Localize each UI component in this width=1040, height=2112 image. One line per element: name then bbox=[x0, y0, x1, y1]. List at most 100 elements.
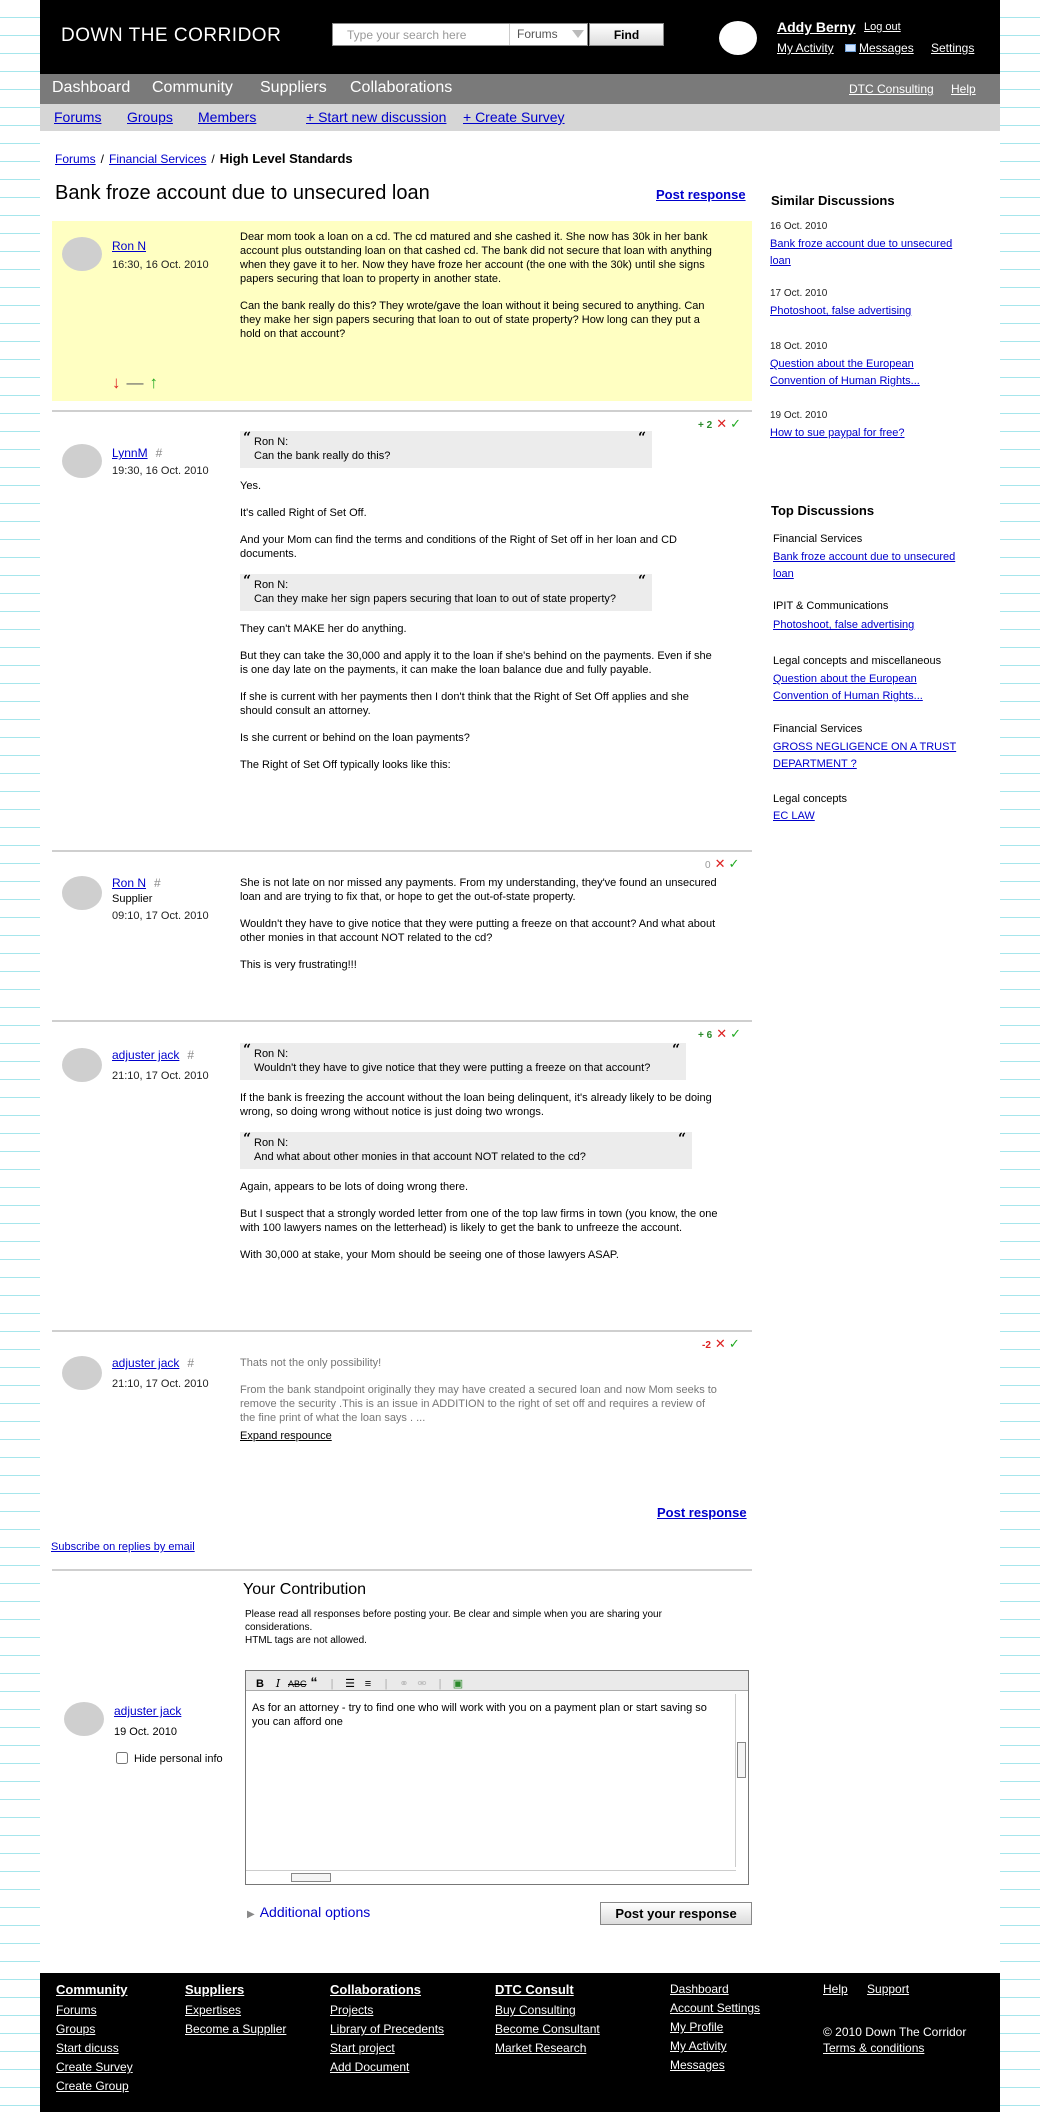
avatar[interactable] bbox=[64, 1702, 104, 1736]
start-discussion-link[interactable]: + Start new discussion bbox=[306, 109, 446, 125]
horizontal-scrollbar[interactable] bbox=[246, 1870, 736, 1884]
footer-link[interactable]: Messages bbox=[670, 2056, 760, 2075]
post-author[interactable]: adjuster jack bbox=[112, 1048, 179, 1062]
top-discussion-link[interactable]: Bank froze account due to unsecured loan bbox=[773, 549, 973, 583]
bullet-list-icon[interactable]: ☰ bbox=[342, 1677, 358, 1690]
subnav-forums[interactable]: Forums bbox=[54, 109, 101, 125]
post-response-link-top[interactable]: Post response bbox=[656, 187, 746, 202]
top-discussion-link[interactable]: EC LAW bbox=[773, 808, 973, 825]
footer-link[interactable]: Start dicuss bbox=[56, 2039, 133, 2058]
link-icon[interactable]: ⚭ bbox=[396, 1677, 412, 1690]
messages-link[interactable]: Messages bbox=[845, 41, 914, 55]
settings-link[interactable]: Settings bbox=[931, 41, 974, 55]
dtc-consulting-link[interactable]: DTC Consulting bbox=[849, 82, 934, 96]
permalink-hash[interactable]: # bbox=[156, 446, 163, 460]
footer-link[interactable]: Expertises bbox=[185, 2001, 286, 2020]
avatar[interactable] bbox=[62, 1048, 102, 1082]
post-author[interactable]: Ron N bbox=[112, 876, 146, 890]
editor-textarea[interactable]: As for an attorney - try to find one who… bbox=[252, 1701, 722, 1729]
footer-link[interactable]: Projects bbox=[330, 2001, 444, 2020]
permalink-hash[interactable]: # bbox=[187, 1356, 194, 1370]
footer-link[interactable]: Account Settings bbox=[670, 1999, 760, 2018]
footer-heading[interactable]: Collaborations bbox=[330, 1982, 444, 1997]
post-your-response-button[interactable]: Post your response bbox=[600, 1902, 752, 1925]
user-name-link[interactable]: Addy Berny bbox=[777, 19, 856, 35]
image-icon[interactable]: ▣ bbox=[450, 1677, 466, 1690]
footer-link[interactable]: Create Group bbox=[56, 2077, 133, 2096]
subnav-groups[interactable]: Groups bbox=[127, 109, 173, 125]
expand-response-link[interactable]: Expand respounce bbox=[240, 1429, 332, 1443]
italic-icon[interactable]: I bbox=[270, 1677, 286, 1690]
footer-link[interactable]: Market Research bbox=[495, 2039, 600, 2058]
top-discussion-link[interactable]: GROSS NEGLIGENCE ON A TRUST DEPARTMENT ? bbox=[773, 739, 988, 773]
contribution-author[interactable]: adjuster jack bbox=[114, 1704, 181, 1718]
find-button[interactable]: Find bbox=[589, 23, 664, 46]
similar-discussion-link[interactable]: Question about the European Convention o… bbox=[770, 356, 950, 390]
nav-collaborations[interactable]: Collaborations bbox=[350, 79, 452, 97]
footer-link[interactable]: Become a Supplier bbox=[185, 2020, 286, 2039]
bold-icon[interactable]: B bbox=[252, 1678, 268, 1690]
post-author[interactable]: adjuster jack bbox=[112, 1356, 179, 1370]
numbered-list-icon[interactable]: ≡ bbox=[360, 1678, 376, 1690]
arrow-down-icon[interactable]: ↓ bbox=[112, 373, 121, 392]
footer-link[interactable]: Start project bbox=[330, 2039, 444, 2058]
avatar[interactable] bbox=[62, 1356, 102, 1390]
terms-link[interactable]: Terms & conditions bbox=[823, 2039, 966, 2058]
footer-heading[interactable]: Suppliers bbox=[185, 1982, 286, 1997]
quote-icon[interactable]: “ bbox=[306, 1674, 322, 1690]
permalink-hash[interactable]: # bbox=[154, 876, 161, 890]
footer-link[interactable]: My Profile bbox=[670, 2018, 760, 2037]
footer-link[interactable]: Library of Precedents bbox=[330, 2020, 444, 2039]
nav-dashboard[interactable]: Dashboard bbox=[52, 79, 130, 97]
search-input[interactable] bbox=[333, 24, 509, 45]
footer-link[interactable]: Create Survey bbox=[56, 2058, 133, 2077]
hide-personal-info[interactable]: Hide personal info bbox=[116, 1752, 223, 1765]
help-link[interactable]: Help bbox=[951, 82, 976, 96]
avatar[interactable] bbox=[62, 444, 102, 478]
search-scope-select[interactable]: Forums bbox=[509, 24, 587, 45]
subscribe-email-link[interactable]: Subscribe on replies by email bbox=[51, 1541, 195, 1553]
footer-heading[interactable]: Community bbox=[56, 1982, 133, 1997]
logout-link[interactable]: Log out bbox=[864, 21, 901, 33]
similar-discussion-link[interactable]: Bank froze account due to unsecured loan bbox=[770, 236, 970, 270]
scroll-thumb[interactable] bbox=[737, 1742, 746, 1778]
post-author[interactable]: Ron N bbox=[112, 239, 146, 253]
post-author[interactable]: LynnM bbox=[112, 446, 148, 460]
similar-discussion-link[interactable]: Photoshoot, false advertising bbox=[770, 303, 970, 320]
nav-community[interactable]: Community bbox=[152, 79, 233, 97]
hide-personal-info-checkbox[interactable] bbox=[116, 1752, 128, 1764]
site-logo[interactable]: DOWN THE CORRIDOR bbox=[61, 25, 281, 47]
unlink-icon[interactable]: ⚮ bbox=[414, 1677, 430, 1690]
footer-heading[interactable]: DTC Consult bbox=[495, 1982, 600, 1997]
avatar[interactable] bbox=[62, 237, 102, 271]
vertical-scrollbar[interactable] bbox=[735, 1694, 746, 1867]
nav-suppliers[interactable]: Suppliers bbox=[260, 79, 327, 97]
strikethrough-icon[interactable]: ABC bbox=[288, 1679, 307, 1689]
top-discussion-link[interactable]: Photoshoot, false advertising bbox=[773, 617, 973, 634]
similar-discussion-link[interactable]: How to sue paypal for free? bbox=[770, 425, 970, 442]
footer-link[interactable]: Help bbox=[823, 1982, 848, 1996]
messages-label[interactable]: Messages bbox=[859, 41, 914, 55]
scroll-thumb[interactable] bbox=[291, 1873, 331, 1882]
footer-link[interactable]: My Activity bbox=[670, 2037, 760, 2056]
avatar[interactable] bbox=[62, 876, 102, 910]
create-survey-link[interactable]: + Create Survey bbox=[463, 109, 565, 125]
footer-link[interactable]: Dashboard bbox=[670, 1980, 760, 1999]
footer-link[interactable]: Groups bbox=[56, 2020, 133, 2039]
subnav-members[interactable]: Members bbox=[198, 109, 256, 125]
top-discussion-link[interactable]: Question about the European Convention o… bbox=[773, 671, 953, 705]
permalink-hash[interactable]: # bbox=[187, 1048, 194, 1062]
user-avatar[interactable] bbox=[719, 21, 757, 55]
arrow-up-icon[interactable]: ↑ bbox=[150, 373, 159, 392]
breadcrumb-forums[interactable]: Forums bbox=[55, 152, 96, 166]
breadcrumb-financial-services[interactable]: Financial Services bbox=[109, 152, 206, 166]
response-editor[interactable]: B I ABC “ | ☰ ≡ | ⚭ ⚮ | ▣ As for an attorney - try … bbox=[245, 1670, 749, 1885]
footer-link[interactable]: Support bbox=[867, 1982, 909, 1996]
footer-link[interactable]: Forums bbox=[56, 2001, 133, 2020]
my-activity-link[interactable]: My Activity bbox=[777, 41, 834, 55]
footer-link[interactable]: Buy Consulting bbox=[495, 2001, 600, 2020]
post-response-link-bottom[interactable]: Post response bbox=[657, 1505, 747, 1520]
additional-options-toggle[interactable]: ▶ Additional options bbox=[247, 1904, 370, 1920]
footer-link[interactable]: Add Document bbox=[330, 2058, 444, 2077]
footer-link[interactable]: Become Consultant bbox=[495, 2020, 600, 2039]
